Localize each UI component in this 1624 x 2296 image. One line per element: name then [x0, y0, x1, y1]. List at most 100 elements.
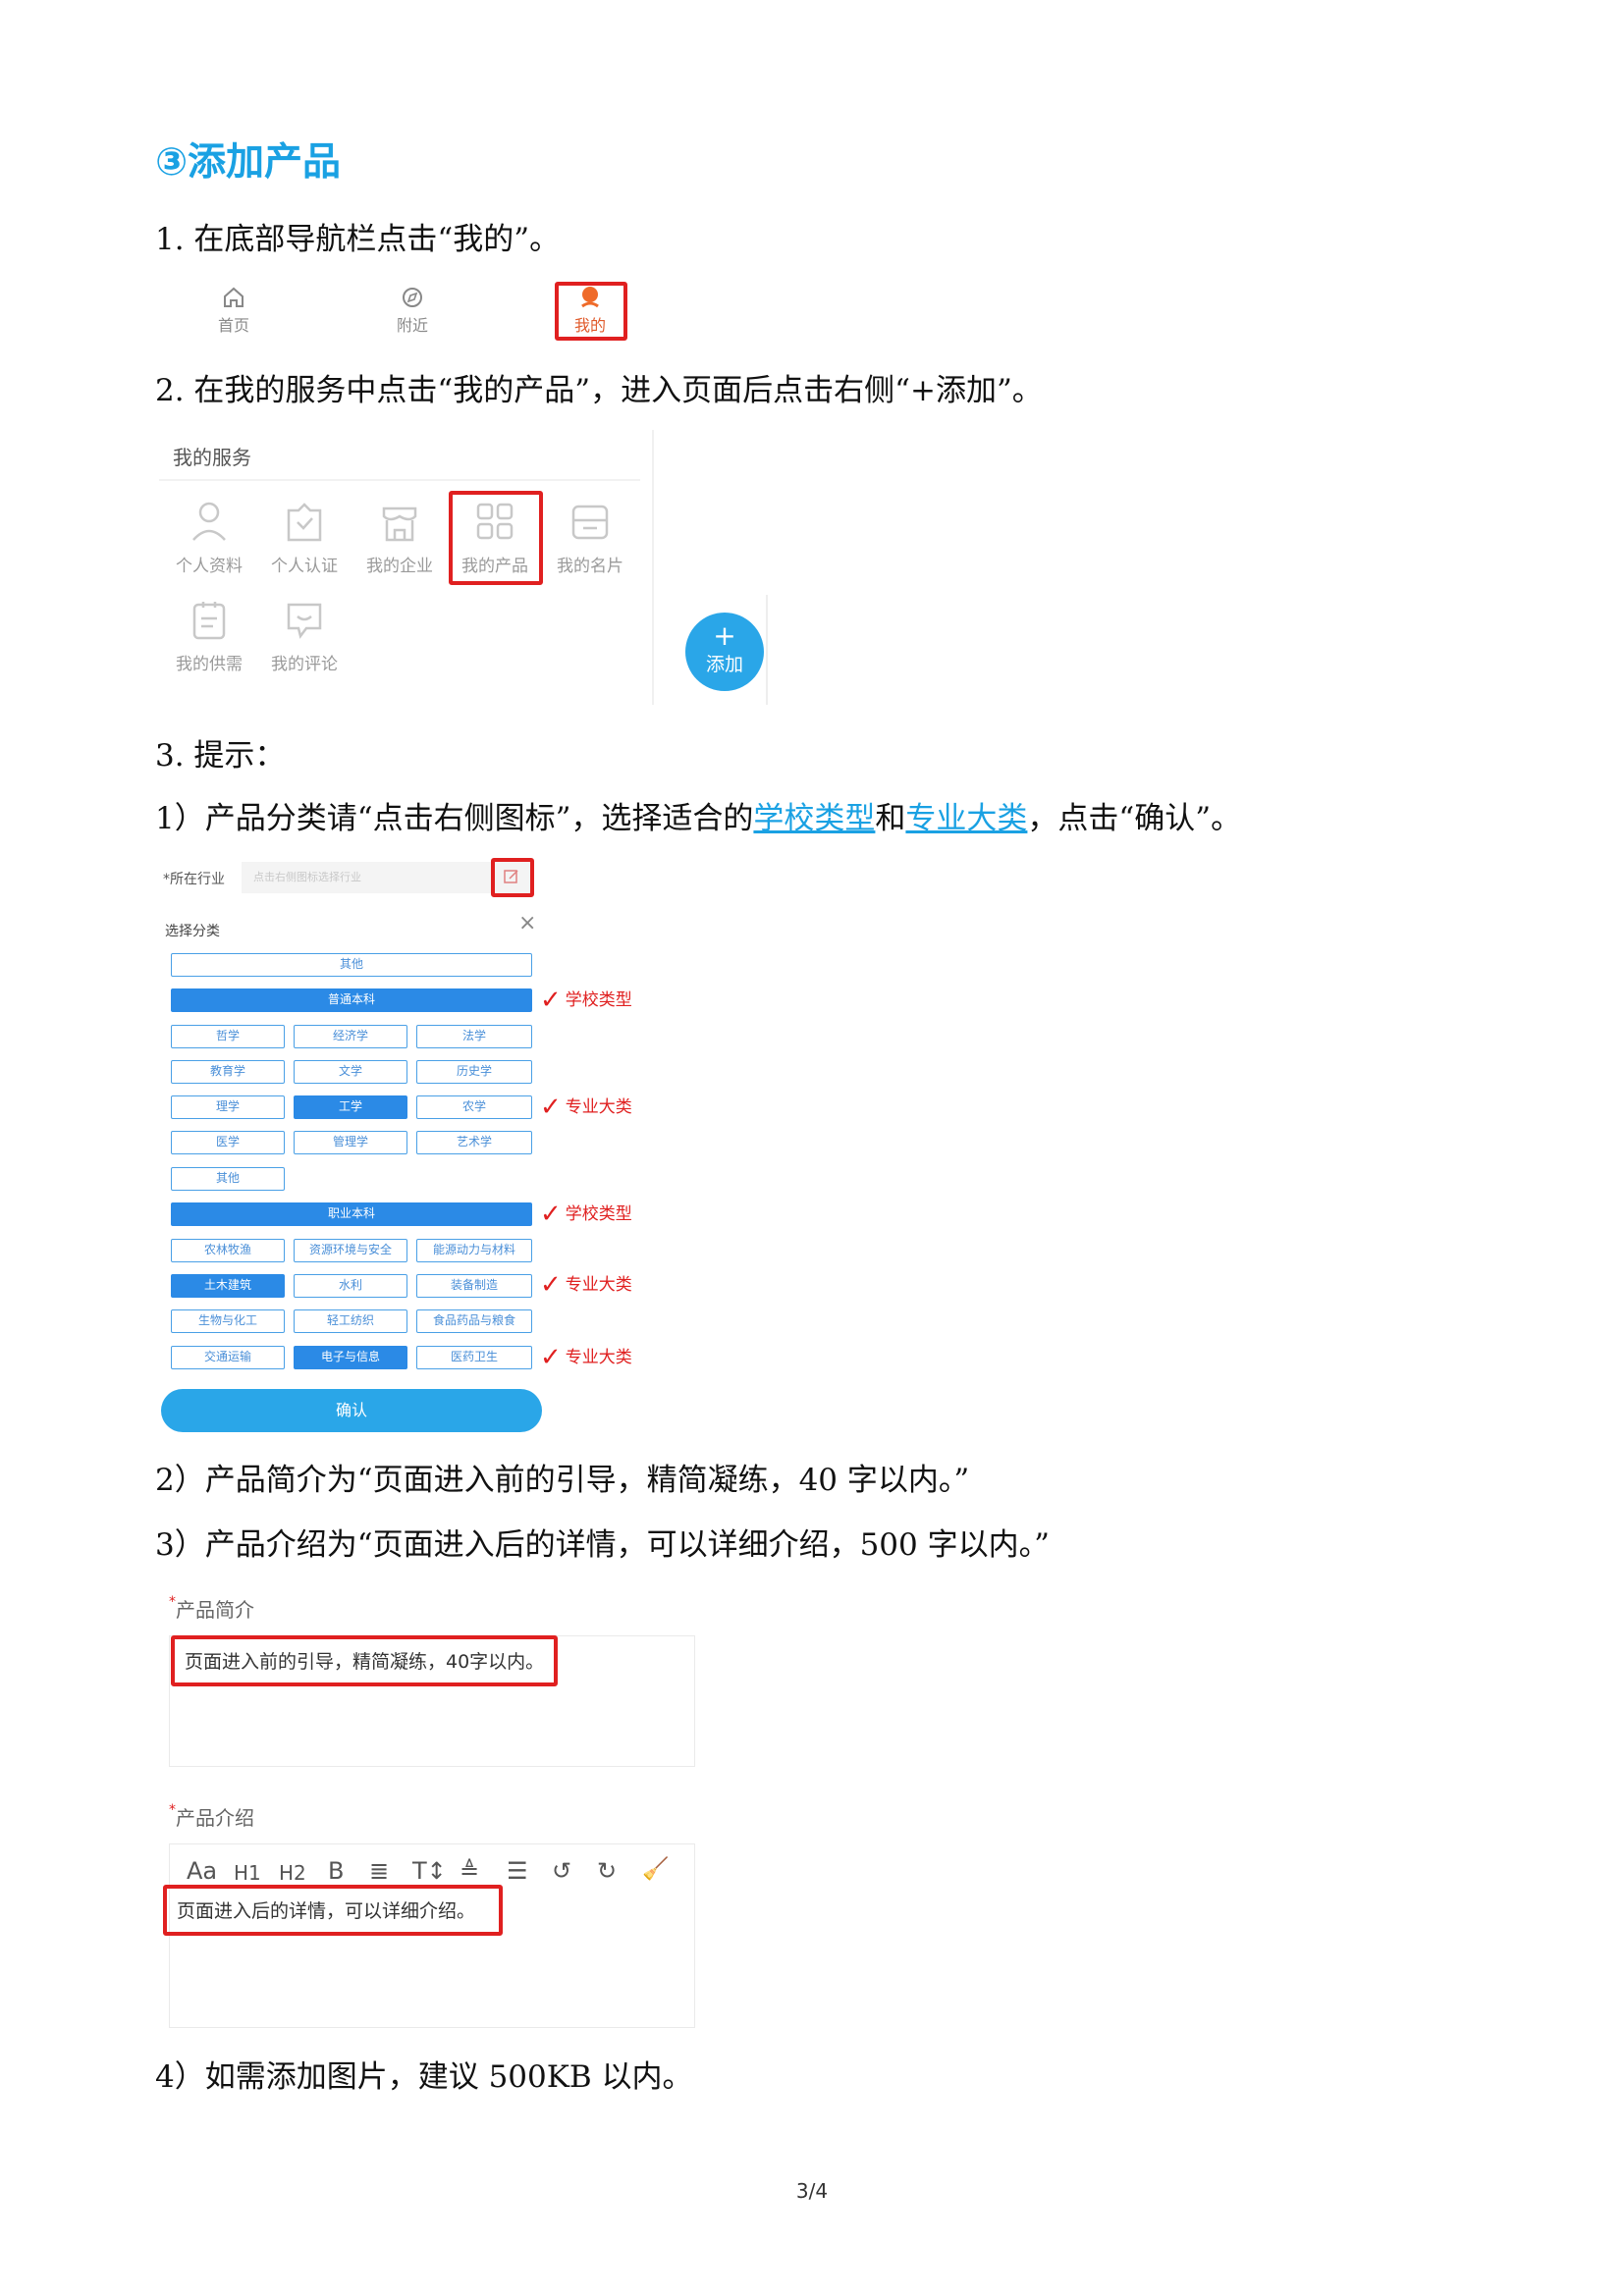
- service-enterprise[interactable]: 我的企业: [357, 501, 442, 576]
- check-icon: ✓: [540, 1343, 562, 1372]
- check-icon: ✓: [540, 1270, 562, 1300]
- major-button-selected[interactable]: 工学: [294, 1095, 407, 1119]
- major-button[interactable]: 文学: [294, 1060, 407, 1084]
- annotation-label: 学校类型: [565, 990, 632, 1010]
- major-button[interactable]: 其他: [171, 1167, 285, 1191]
- major-button[interactable]: 历史学: [416, 1060, 532, 1084]
- dialog-title: 选择分类: [165, 924, 220, 939]
- major-button[interactable]: 法学: [416, 1025, 532, 1048]
- major-button[interactable]: 食品药品与粮食: [416, 1309, 532, 1333]
- comment-icon: [287, 603, 322, 639]
- check-icon: ✓: [540, 986, 562, 1015]
- service-card[interactable]: 我的名片: [548, 501, 632, 576]
- divider: [766, 595, 768, 705]
- major-button[interactable]: 艺术学: [416, 1131, 532, 1154]
- redo-icon[interactable]: ↻: [597, 1857, 617, 1885]
- section-heading: ③添加产品: [155, 140, 342, 185]
- nav-nearby-label: 附近: [396, 316, 428, 335]
- major-button[interactable]: 教育学: [171, 1060, 285, 1084]
- close-icon[interactable]: ×: [518, 911, 536, 935]
- major-button[interactable]: 水利: [294, 1274, 407, 1298]
- detail-label-text: 产品介绍: [176, 1806, 254, 1830]
- major-button[interactable]: 生物与化工: [171, 1309, 285, 1333]
- service-label: 个人认证: [271, 557, 338, 576]
- align-icon[interactable]: ≣: [369, 1857, 389, 1885]
- major-button[interactable]: 资源环境与安全: [294, 1239, 407, 1262]
- service-label: 我的名片: [557, 557, 623, 576]
- major-button-selected[interactable]: 电子与信息: [294, 1346, 407, 1369]
- tip-1-pre: 1）产品分类请“点击右侧图标”，选择适合的: [155, 801, 754, 836]
- page-number: 3/4: [795, 2179, 829, 2203]
- major-button[interactable]: 管理学: [294, 1131, 407, 1154]
- major-button[interactable]: 经济学: [294, 1025, 407, 1048]
- heading2-icon[interactable]: H2: [279, 1861, 306, 1885]
- list-icon[interactable]: ☰: [507, 1857, 528, 1885]
- intro-label-text: 产品简介: [176, 1598, 254, 1622]
- compass-icon: [403, 288, 422, 307]
- paragraph-icon[interactable]: ≜: [460, 1857, 479, 1885]
- service-label: 个人资料: [176, 557, 243, 576]
- my-services-panel: 我的服务 个人资料 个人认证 我的企业 我的产品 我的名片 我的供需 我的评论: [159, 430, 654, 705]
- annotation-label: 专业大类: [565, 1348, 632, 1367]
- major-button[interactable]: 农林牧渔: [171, 1239, 285, 1262]
- major-button[interactable]: 能源动力与材料: [416, 1239, 532, 1262]
- category-other[interactable]: 其他: [171, 953, 532, 977]
- detail-label: *产品介绍: [169, 1802, 254, 1831]
- check-icon: ✓: [540, 1093, 562, 1122]
- annotation-major: ✓ 专业大类: [540, 1343, 632, 1372]
- undo-icon[interactable]: ↺: [552, 1857, 571, 1885]
- nav-home[interactable]: 首页: [194, 285, 273, 336]
- major-button[interactable]: 医药卫生: [416, 1346, 532, 1369]
- badge-icon: [287, 503, 322, 542]
- clear-format-icon[interactable]: 🧹: [642, 1857, 669, 1882]
- school-type-link[interactable]: 学校类型: [753, 801, 875, 836]
- tip-2-text: 2）产品简介为“页面进入前的引导，精简凝练，40 字以内。”: [155, 1463, 970, 1498]
- industry-input[interactable]: 点击右侧图标选择行业: [242, 862, 532, 893]
- step-3-text: 3. 提示：: [155, 738, 286, 774]
- annotation-major: ✓ 专业大类: [540, 1270, 632, 1300]
- major-button[interactable]: 轻工纺织: [294, 1309, 407, 1333]
- category-vocational[interactable]: 职业本科: [171, 1202, 532, 1226]
- services-title: 我的服务: [173, 446, 251, 469]
- confirm-button[interactable]: 确认: [161, 1389, 542, 1432]
- service-profile[interactable]: 个人资料: [167, 501, 251, 576]
- line-height-icon[interactable]: T↕: [412, 1857, 447, 1885]
- tip-1-mid: 和: [875, 801, 906, 836]
- annotation-major: ✓ 专业大类: [540, 1093, 632, 1122]
- highlight-box: [555, 282, 627, 341]
- major-button-selected[interactable]: 土木建筑: [171, 1274, 285, 1298]
- tip-1-post: ，点击“确认”。: [1027, 801, 1242, 836]
- major-button[interactable]: 医学: [171, 1131, 285, 1154]
- major-link[interactable]: 专业大类: [905, 801, 1027, 836]
- divider: [159, 479, 640, 481]
- check-icon: ✓: [540, 1200, 562, 1229]
- annotation-school-type: ✓ 学校类型: [540, 986, 632, 1015]
- heading1-icon[interactable]: H1: [234, 1861, 261, 1885]
- industry-label: *所在行业: [163, 872, 225, 887]
- home-icon: [224, 287, 244, 307]
- service-label: 我的评论: [271, 655, 338, 674]
- major-button[interactable]: 哲学: [171, 1025, 285, 1048]
- plus-icon: +: [713, 619, 736, 652]
- service-supply-demand[interactable]: 我的供需: [167, 599, 251, 674]
- service-certification[interactable]: 个人认证: [262, 501, 347, 576]
- font-size-icon[interactable]: Aa: [187, 1857, 217, 1885]
- major-button[interactable]: 理学: [171, 1095, 285, 1119]
- nav-home-label: 首页: [217, 316, 249, 335]
- nav-nearby[interactable]: 附近: [373, 285, 452, 336]
- major-button[interactable]: 交通运输: [171, 1346, 285, 1369]
- highlight-box: [491, 858, 534, 897]
- tip-4-text: 4）如需添加图片，建议 500KB 以内。: [155, 2059, 693, 2095]
- bold-icon[interactable]: B: [328, 1857, 344, 1885]
- category-general[interactable]: 普通本科: [171, 988, 532, 1012]
- service-label: 我的供需: [176, 655, 243, 674]
- required-mark: *: [169, 1802, 176, 1818]
- tip-3-text: 3）产品介绍为“页面进入后的详情，可以详细介绍，500 字以内。”: [155, 1527, 1050, 1563]
- add-product-button[interactable]: + 添加: [685, 613, 764, 691]
- intro-label: *产品简介: [169, 1594, 254, 1623]
- clipboard-icon: [192, 602, 226, 640]
- major-button[interactable]: 农学: [416, 1095, 532, 1119]
- service-comments[interactable]: 我的评论: [262, 599, 347, 674]
- store-icon: [382, 507, 417, 542]
- major-button[interactable]: 装备制造: [416, 1274, 532, 1298]
